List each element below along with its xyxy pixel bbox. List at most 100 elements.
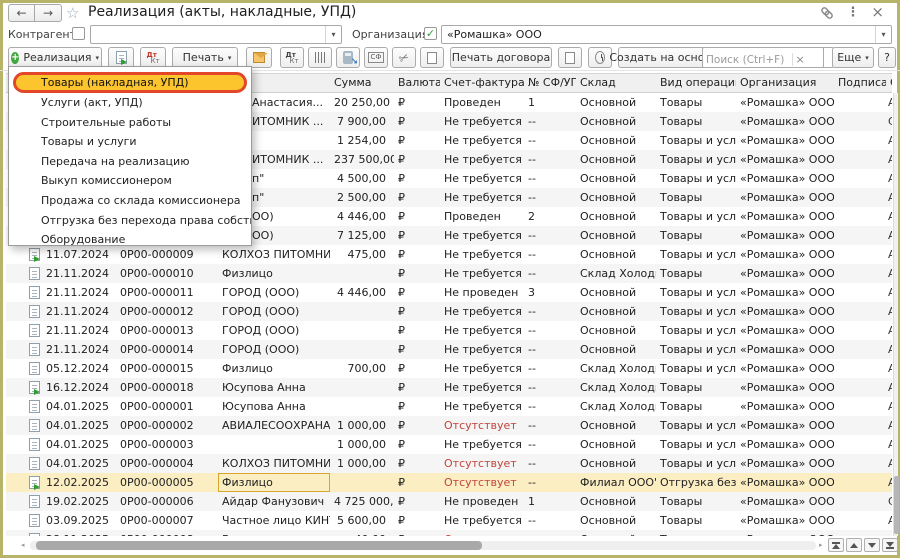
show-postings-button[interactable]: ДтКт [140,47,166,68]
cell-warehouse: Склад Холодил... [576,359,656,378]
cell-currency: ₽ [394,207,440,226]
dt-kt-button[interactable]: ДтКт [280,47,304,68]
table-row[interactable]: 04.01.20250Р00-000001Юсупова Анна₽Не тре… [6,397,892,416]
table-row[interactable]: 03.09.20250Р00-000007Частное лицо КИНТ5 … [6,511,892,530]
vertical-scrollbar[interactable] [893,93,898,536]
back-button[interactable]: ← [8,4,35,22]
table-row[interactable]: 19.02.20250Р00-000006Айдар Фанузович4 72… [6,492,892,511]
cell-operation: Товары [656,112,736,131]
organization-combo[interactable]: «Ромашка» ООО▾ [441,25,892,44]
go-last-button[interactable] [882,538,898,552]
table-row[interactable]: 04.01.20250Р00-000004КОЛХОЗ ПИТОМНИК ...… [6,454,892,473]
pos-terminal-icon [343,51,353,64]
organization-checkbox[interactable]: ✓ [424,27,437,40]
column-header-10[interactable]: Вид операции [656,74,736,92]
menu-item-9[interactable]: Оборудование [9,230,251,250]
vertical-scrollbar-thumb[interactable] [894,476,899,534]
terminal-button[interactable] [336,47,360,68]
cell-counterparty: ГОРОД (ООО) [218,321,330,340]
more-button[interactable]: Еще ▾ [832,47,874,68]
cell-warehouse: Основной [576,150,656,169]
table-row[interactable]: 28.11.20250Р00-000008Валентина40,00₽Отсу… [6,530,892,536]
create-copy-button[interactable] [108,47,134,68]
help-button[interactable]: ? [878,47,896,68]
edo-sign-button[interactable]: ✂ [392,47,416,68]
column-header-8[interactable]: № СФ/УПД [524,74,576,92]
table-row[interactable]: 16.12.20240Р00-000018Юсупова Анна₽Не тре… [6,378,892,397]
cell-status [6,340,42,359]
invoice-button[interactable]: СФ [364,47,388,68]
favorite-star-icon[interactable]: ☆ [66,4,79,22]
send-email-button[interactable] [246,47,272,68]
cell-signed [834,169,886,188]
posted-document-icon [29,248,40,261]
table-row[interactable]: 21.11.20240Р00-000012ГОРОД (ООО)₽Не треб… [6,302,892,321]
cell-invoice-status: Отсутствует [440,473,524,492]
scroll-left-icon[interactable]: ◂ [21,541,25,549]
menu-item-3[interactable]: Строительные работы [9,113,251,133]
cell-number: 0Р00-000010 [116,264,218,283]
cell-organization: «Ромашка» ООО [736,511,834,530]
column-header-12[interactable]: Подписан [834,74,886,92]
menu-item-5[interactable]: Передача на реализацию [9,152,251,172]
contractor-checkbox[interactable] [72,27,85,40]
table-row[interactable]: 05.12.20240Р00-000015Физлицо700,00₽Не тр… [6,359,892,378]
cell-operation: Отгрузка без пе... [656,473,736,492]
cell-invoice-status: Не требуется [440,112,524,131]
table-row[interactable]: 12.02.20250Р00-000005Физлицо₽Отсутствует… [6,473,892,492]
menu-item-1[interactable]: Товары (накладная, УПД) [13,72,247,93]
menu-item-2[interactable]: Услуги (акт, УПД) [9,93,251,113]
envelope-icon [253,52,265,63]
cell-counterparty: Юсупова Анна [218,378,330,397]
table-row[interactable]: 04.01.20250Р00-0000031 000,00₽Не требует… [6,435,892,454]
barcode-scan-button[interactable] [308,47,332,68]
document-icon [29,419,40,432]
column-header-9[interactable]: Склад [576,74,656,92]
print-set-button[interactable] [420,47,444,68]
column-header-5[interactable]: Сумма [330,74,394,92]
cell-signed [834,378,886,397]
close-icon[interactable]: × [871,6,884,19]
page-down-button[interactable] [864,538,880,552]
cell-currency: ₽ [394,150,440,169]
create-realization-button[interactable]: + Реализация ▾ [8,47,102,68]
cell-currency: ₽ [394,283,440,302]
dt-kt-small-icon: ДтКт [285,52,298,64]
cell-warehouse: Основной [576,416,656,435]
contractor-combo[interactable]: ▾ [90,25,342,44]
horizontal-scrollbar[interactable] [30,541,816,550]
page-up-button[interactable] [846,538,862,552]
table-row[interactable]: 21.11.20240Р00-000010Физлицо₽Не требуетс… [6,264,892,283]
cell-invoice-status: Не требуется [440,245,524,264]
print-button[interactable]: Печать ▾ [172,47,238,68]
cell-sf-number: -- [524,530,576,536]
table-row[interactable]: 21.11.20240Р00-000011ГОРОД (ООО)4 446,00… [6,283,892,302]
print-contract-button[interactable]: Печать договора [450,47,552,68]
go-first-button[interactable] [828,538,844,552]
cell-status [6,302,42,321]
contractor-label: Контрагент: [8,28,80,41]
column-header-7[interactable]: Счет-фактура [440,74,524,92]
column-header-11[interactable]: Организация [736,74,834,92]
forward-button[interactable]: → [35,4,62,22]
more-menu-icon[interactable]: ⋮ [846,5,859,20]
cell-organization: «Ромашка» ООО [736,169,834,188]
horizontal-scrollbar-thumb[interactable] [36,541,482,550]
cell-invoice-status: Не требуется [440,340,524,359]
scroll-right-icon[interactable]: ▸ [819,541,823,549]
column-header-6[interactable]: Валюта [394,74,440,92]
table-row[interactable]: 21.11.20240Р00-000014ГОРОД (ООО)₽Не треб… [6,340,892,359]
menu-item-4[interactable]: Товары и услуги [9,132,251,152]
column-header-13[interactable]: С [886,74,892,92]
table-row[interactable]: 04.01.20250Р00-000002АВИАЛЕСООХРАНА ...1… [6,416,892,435]
menu-item-6[interactable]: Выкуп комиссионером [9,171,251,191]
menu-item-8[interactable]: Отгрузка без перехода права собственност… [9,211,251,231]
table-row[interactable]: 21.11.20240Р00-000013ГОРОД (ООО)₽Не треб… [6,321,892,340]
search-input[interactable] [703,52,787,69]
copy-button[interactable] [558,47,582,68]
menu-item-7[interactable]: Продажа со склада комиссионера [9,191,251,211]
clear-search-icon[interactable]: × [792,53,807,66]
cell-operation: Товары и услуги [656,321,736,340]
link-icon[interactable] [820,6,834,20]
cell-currency: ₽ [394,226,440,245]
